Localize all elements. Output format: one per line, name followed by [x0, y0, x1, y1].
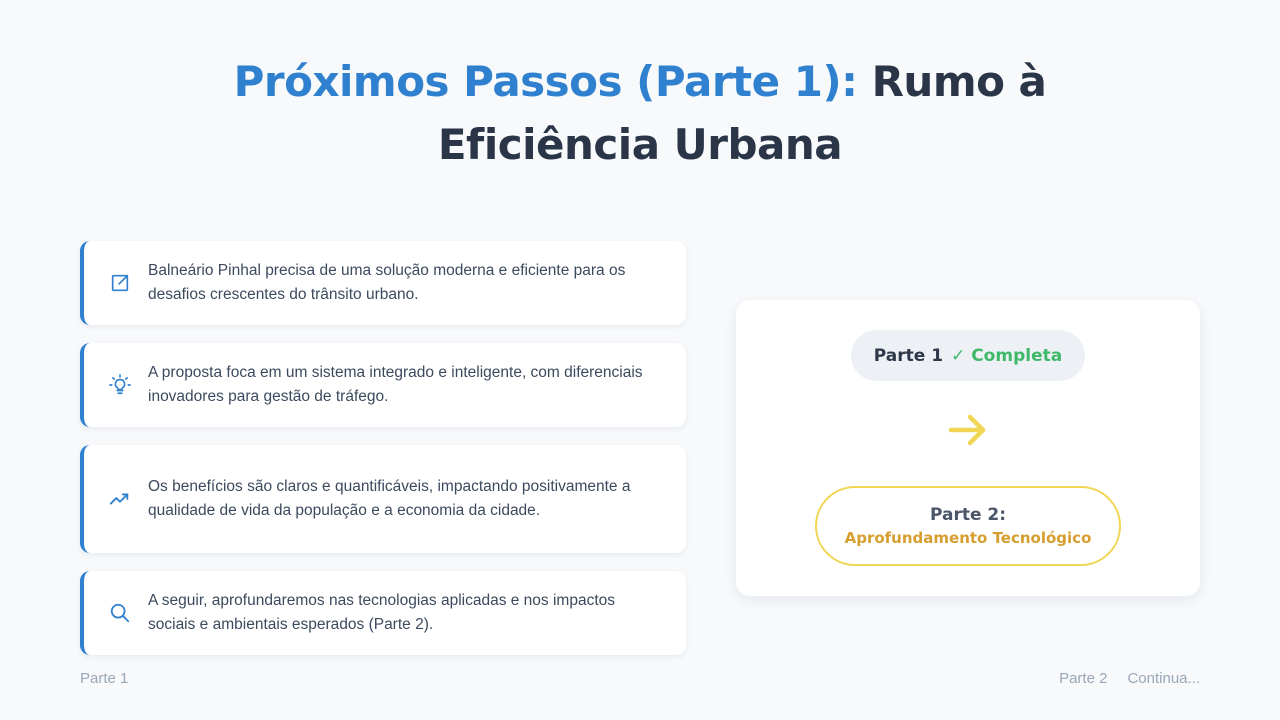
page-title: Próximos Passos (Parte 1): Rumo à Eficiê… [120, 50, 1160, 176]
part2-subtitle: Aprofundamento Tecnológico [844, 529, 1092, 547]
search-icon [108, 601, 132, 625]
footer-part1-label: Parte 1 [80, 670, 129, 687]
footer-continue-label: Continua... [1127, 670, 1200, 687]
summary-card-2: A proposta foca em um sistema integrado … [80, 343, 686, 427]
trending-up-icon [108, 487, 132, 511]
part2-next-badge: Parte 2: Aprofundamento Tecnológico [815, 486, 1121, 566]
summary-list: Balneário Pinhal precisa de uma solução … [80, 241, 686, 673]
footer-left: Parte 1 [80, 670, 128, 687]
part2-label: Parte 2: [929, 505, 1007, 525]
progress-panel: Parte 1 ✓ Completa Parte 2: Aprofundamen… [736, 300, 1200, 596]
arrow-right-icon [946, 412, 990, 448]
part1-status-badge: Parte 1 ✓ Completa [851, 330, 1085, 381]
summary-card-4: A seguir, aprofundaremos nas tecnologias… [80, 571, 686, 655]
footer-part2-label: Parte 2 [1059, 670, 1108, 687]
footer-right: Parte 2 Continua... [1059, 670, 1200, 687]
title-accent: Próximos Passos (Parte 1): [233, 57, 858, 106]
summary-card-1: Balneário Pinhal precisa de uma solução … [80, 241, 686, 325]
summary-text-4: A seguir, aprofundaremos nas tecnologias… [148, 592, 616, 633]
part1-label: Parte 1 [873, 345, 944, 366]
summary-text-2: A proposta foca em um sistema integrado … [148, 364, 643, 405]
part1-complete-status: ✓ Completa [951, 345, 1063, 366]
summary-card-3: Os benefícios são claros e quantificávei… [80, 445, 686, 553]
summary-text-3: Os benefícios são claros e quantificávei… [148, 478, 631, 519]
lightbulb-icon [108, 373, 132, 397]
external-link-icon [108, 271, 132, 295]
summary-text-1: Balneário Pinhal precisa de uma solução … [148, 262, 626, 303]
